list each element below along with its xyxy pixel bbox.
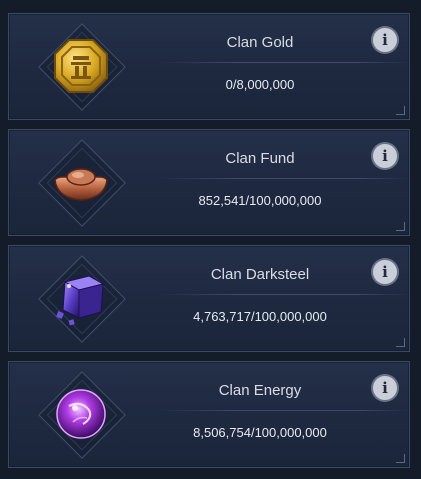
energy-orb-icon [56,389,106,439]
info-icon: i [382,263,388,281]
icon-frame [37,138,126,227]
divider [159,62,409,63]
resource-panel-darksteel: Clan Darksteel 4,763,717/100,000,000 i [8,245,410,352]
resource-title: Clan Darksteel [210,266,310,283]
icon-frame [37,22,126,111]
darksteel-cube-icon [56,275,105,326]
resource-panel-gold: Clan Gold 0/8,000,000 i [8,13,410,120]
info-button[interactable]: i [373,260,397,284]
divider [159,178,409,179]
divider [159,410,409,411]
resource-title: Clan Fund [225,150,295,167]
resource-title: Clan Energy [218,382,302,399]
info-button[interactable]: i [373,376,397,400]
info-button[interactable]: i [373,28,397,52]
info-button[interactable]: i [373,144,397,168]
resource-panel-fund: Clan Fund 852,541/100,000,000 i [8,129,410,236]
resource-title: Clan Gold [226,34,294,51]
fund-ingot-icon [54,168,108,201]
info-icon: i [382,31,388,49]
gold-coin-icon [54,39,108,93]
resource-amount: 852,541/100,000,000 [198,193,322,208]
resource-amount: 8,506,754/100,000,000 [193,425,327,440]
resource-amount: 4,763,717/100,000,000 [193,309,327,324]
info-icon: i [382,147,388,165]
icon-frame [37,254,126,343]
resource-panel-energy: Clan Energy 8,506,754/100,000,000 i [8,361,410,468]
icon-frame [37,370,126,459]
info-icon: i [382,379,388,397]
divider [159,294,409,295]
resource-amount: 0/8,000,000 [225,77,295,92]
